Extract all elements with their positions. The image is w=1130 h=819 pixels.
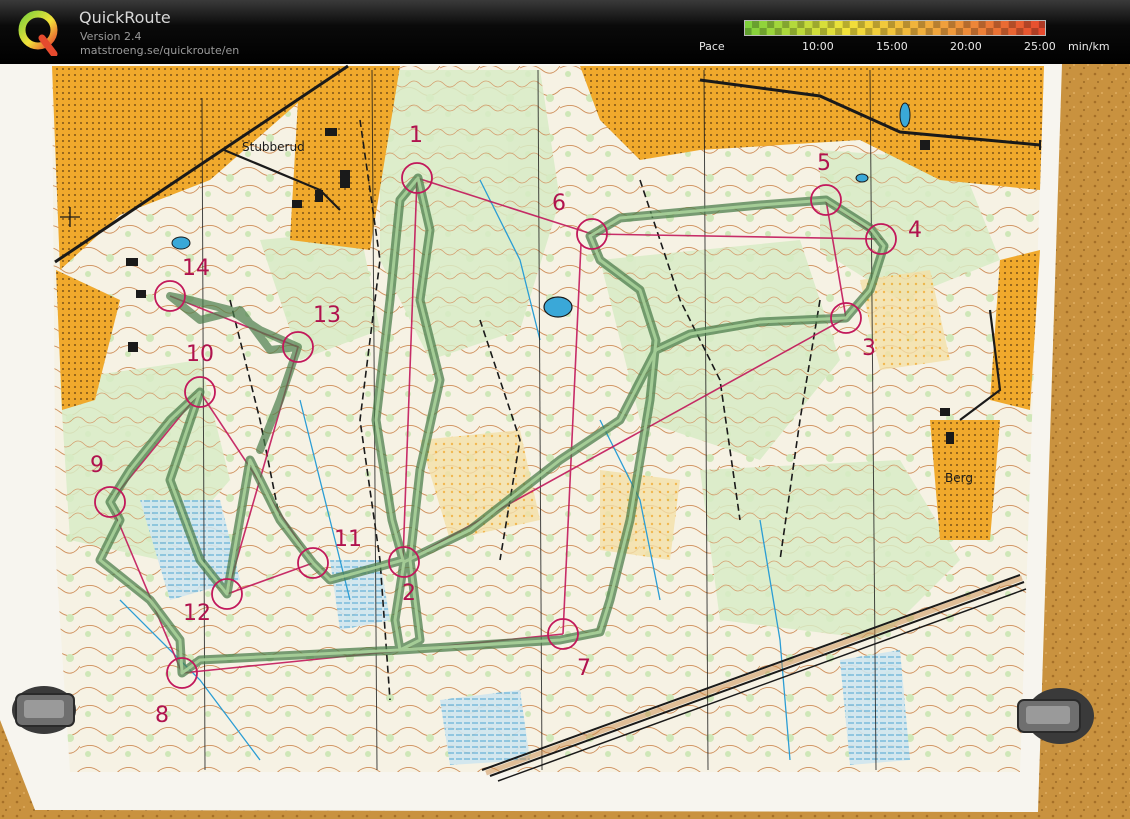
pace-label: Pace <box>699 40 725 53</box>
control-label-4: 4 <box>908 218 922 243</box>
pace-tick-25: 25:00 <box>1024 40 1056 53</box>
control-label-10: 10 <box>186 342 214 367</box>
control-label-14: 14 <box>182 256 210 281</box>
app-name: QuickRoute <box>79 8 171 27</box>
control-label-12: 12 <box>183 601 211 626</box>
control-label-6: 6 <box>552 191 566 216</box>
control-label-3: 3 <box>862 336 876 361</box>
app-url[interactable]: matstroeng.se/quickroute/en <box>80 44 239 57</box>
app-version: Version 2.4 <box>80 30 142 43</box>
place-label-stubberud: Stubberud <box>242 140 305 154</box>
pace-tick-20: 20:00 <box>950 40 982 53</box>
pace-tick-10: 10:00 <box>802 40 834 53</box>
control-label-7: 7 <box>577 656 591 681</box>
paper-clip-left <box>12 686 76 734</box>
place-label-berg: Berg <box>945 471 973 485</box>
orienteering-map[interactable]: 1 2 3 4 5 6 7 8 9 10 11 12 13 14 Stubber… <box>0 64 1130 819</box>
pace-color-scale <box>744 20 1046 36</box>
control-label-2: 2 <box>402 581 416 606</box>
control-label-11: 11 <box>334 527 362 552</box>
control-label-13: 13 <box>313 303 341 328</box>
pace-tick-15: 15:00 <box>876 40 908 53</box>
control-label-9: 9 <box>90 453 104 478</box>
control-label-8: 8 <box>155 703 169 728</box>
pace-unit: min/km <box>1068 40 1110 53</box>
quickroute-logo-icon <box>18 10 58 56</box>
control-label-5: 5 <box>817 151 831 176</box>
header-bar: QuickRoute Version 2.4 matstroeng.se/qui… <box>0 0 1130 64</box>
control-label-1: 1 <box>409 123 423 148</box>
